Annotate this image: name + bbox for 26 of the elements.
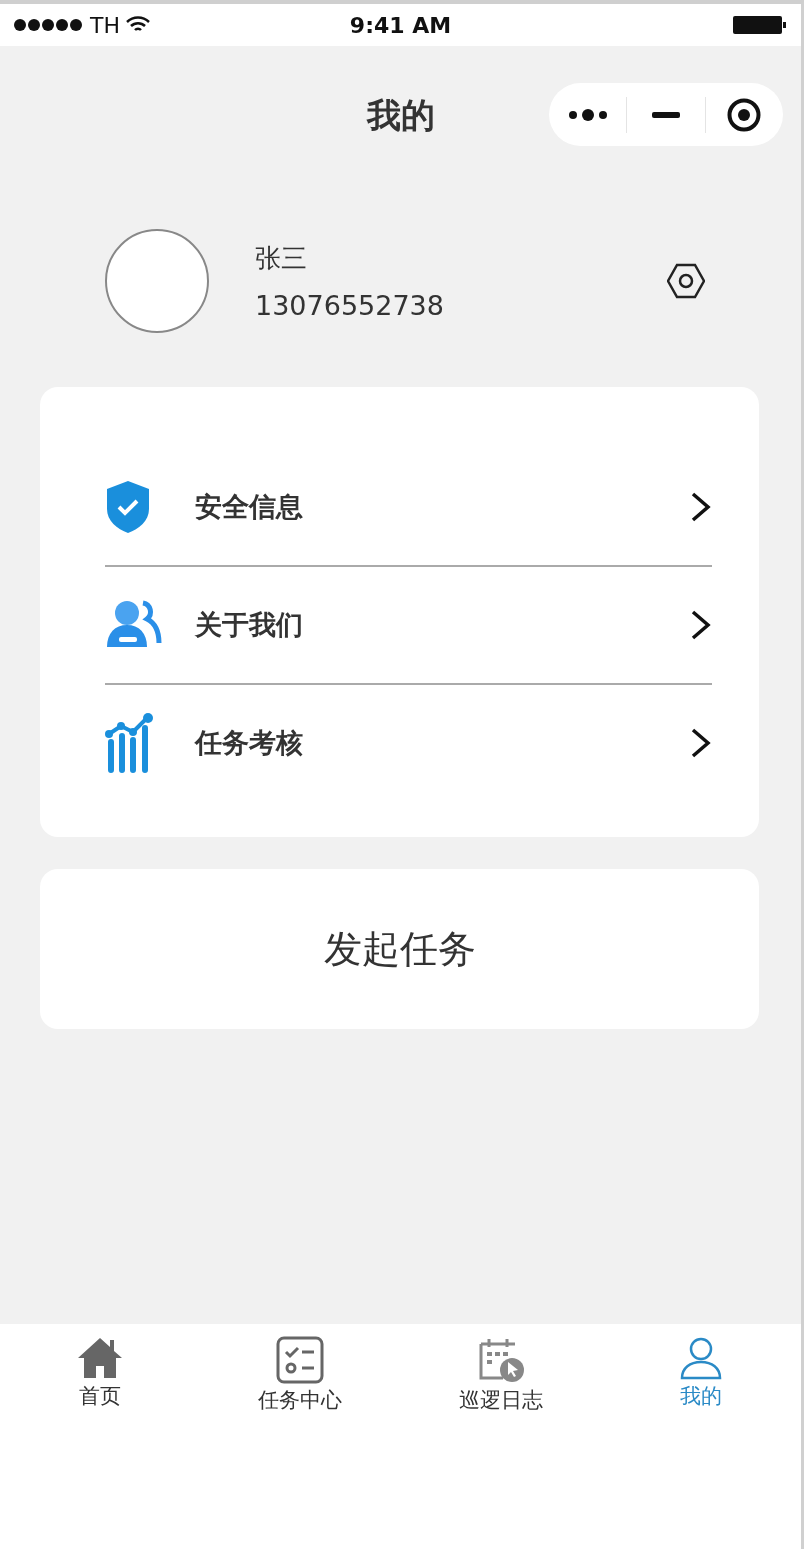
chevron-right-icon xyxy=(690,727,712,759)
menu-item[interactable]: 任务考核 xyxy=(105,683,712,801)
tab-item[interactable]: 任务中心 xyxy=(200,1336,401,1414)
user-phone: 13076552738 xyxy=(255,289,445,321)
chevron-right-icon xyxy=(690,491,712,523)
menu-item[interactable]: 关于我们 xyxy=(105,565,712,683)
status-time: 9:41 AM xyxy=(349,12,452,38)
user-name: 张三 xyxy=(255,241,308,275)
user-icon xyxy=(678,1336,723,1380)
signal-icon xyxy=(14,19,84,31)
tab-item[interactable]: 首页 xyxy=(0,1336,201,1410)
start-task-button[interactable]: 发起任务 xyxy=(40,869,759,1029)
menu-item[interactable]: 安全信息 xyxy=(105,449,712,565)
more-icon[interactable] xyxy=(567,107,608,122)
page-title: 我的 xyxy=(366,94,435,137)
tab-item[interactable]: 巡逻日志 xyxy=(400,1336,601,1414)
close-icon[interactable] xyxy=(727,97,762,132)
bar-chart-icon xyxy=(105,712,155,774)
settings-icon[interactable] xyxy=(667,262,705,299)
minimize-icon[interactable] xyxy=(652,111,680,118)
carrier-name: TH xyxy=(90,12,120,38)
shield-check-icon xyxy=(105,479,151,535)
battery-icon xyxy=(733,15,787,35)
chevron-right-icon xyxy=(690,609,712,641)
tab-item[interactable]: 我的 xyxy=(600,1336,801,1410)
checklist-icon xyxy=(276,1336,325,1384)
